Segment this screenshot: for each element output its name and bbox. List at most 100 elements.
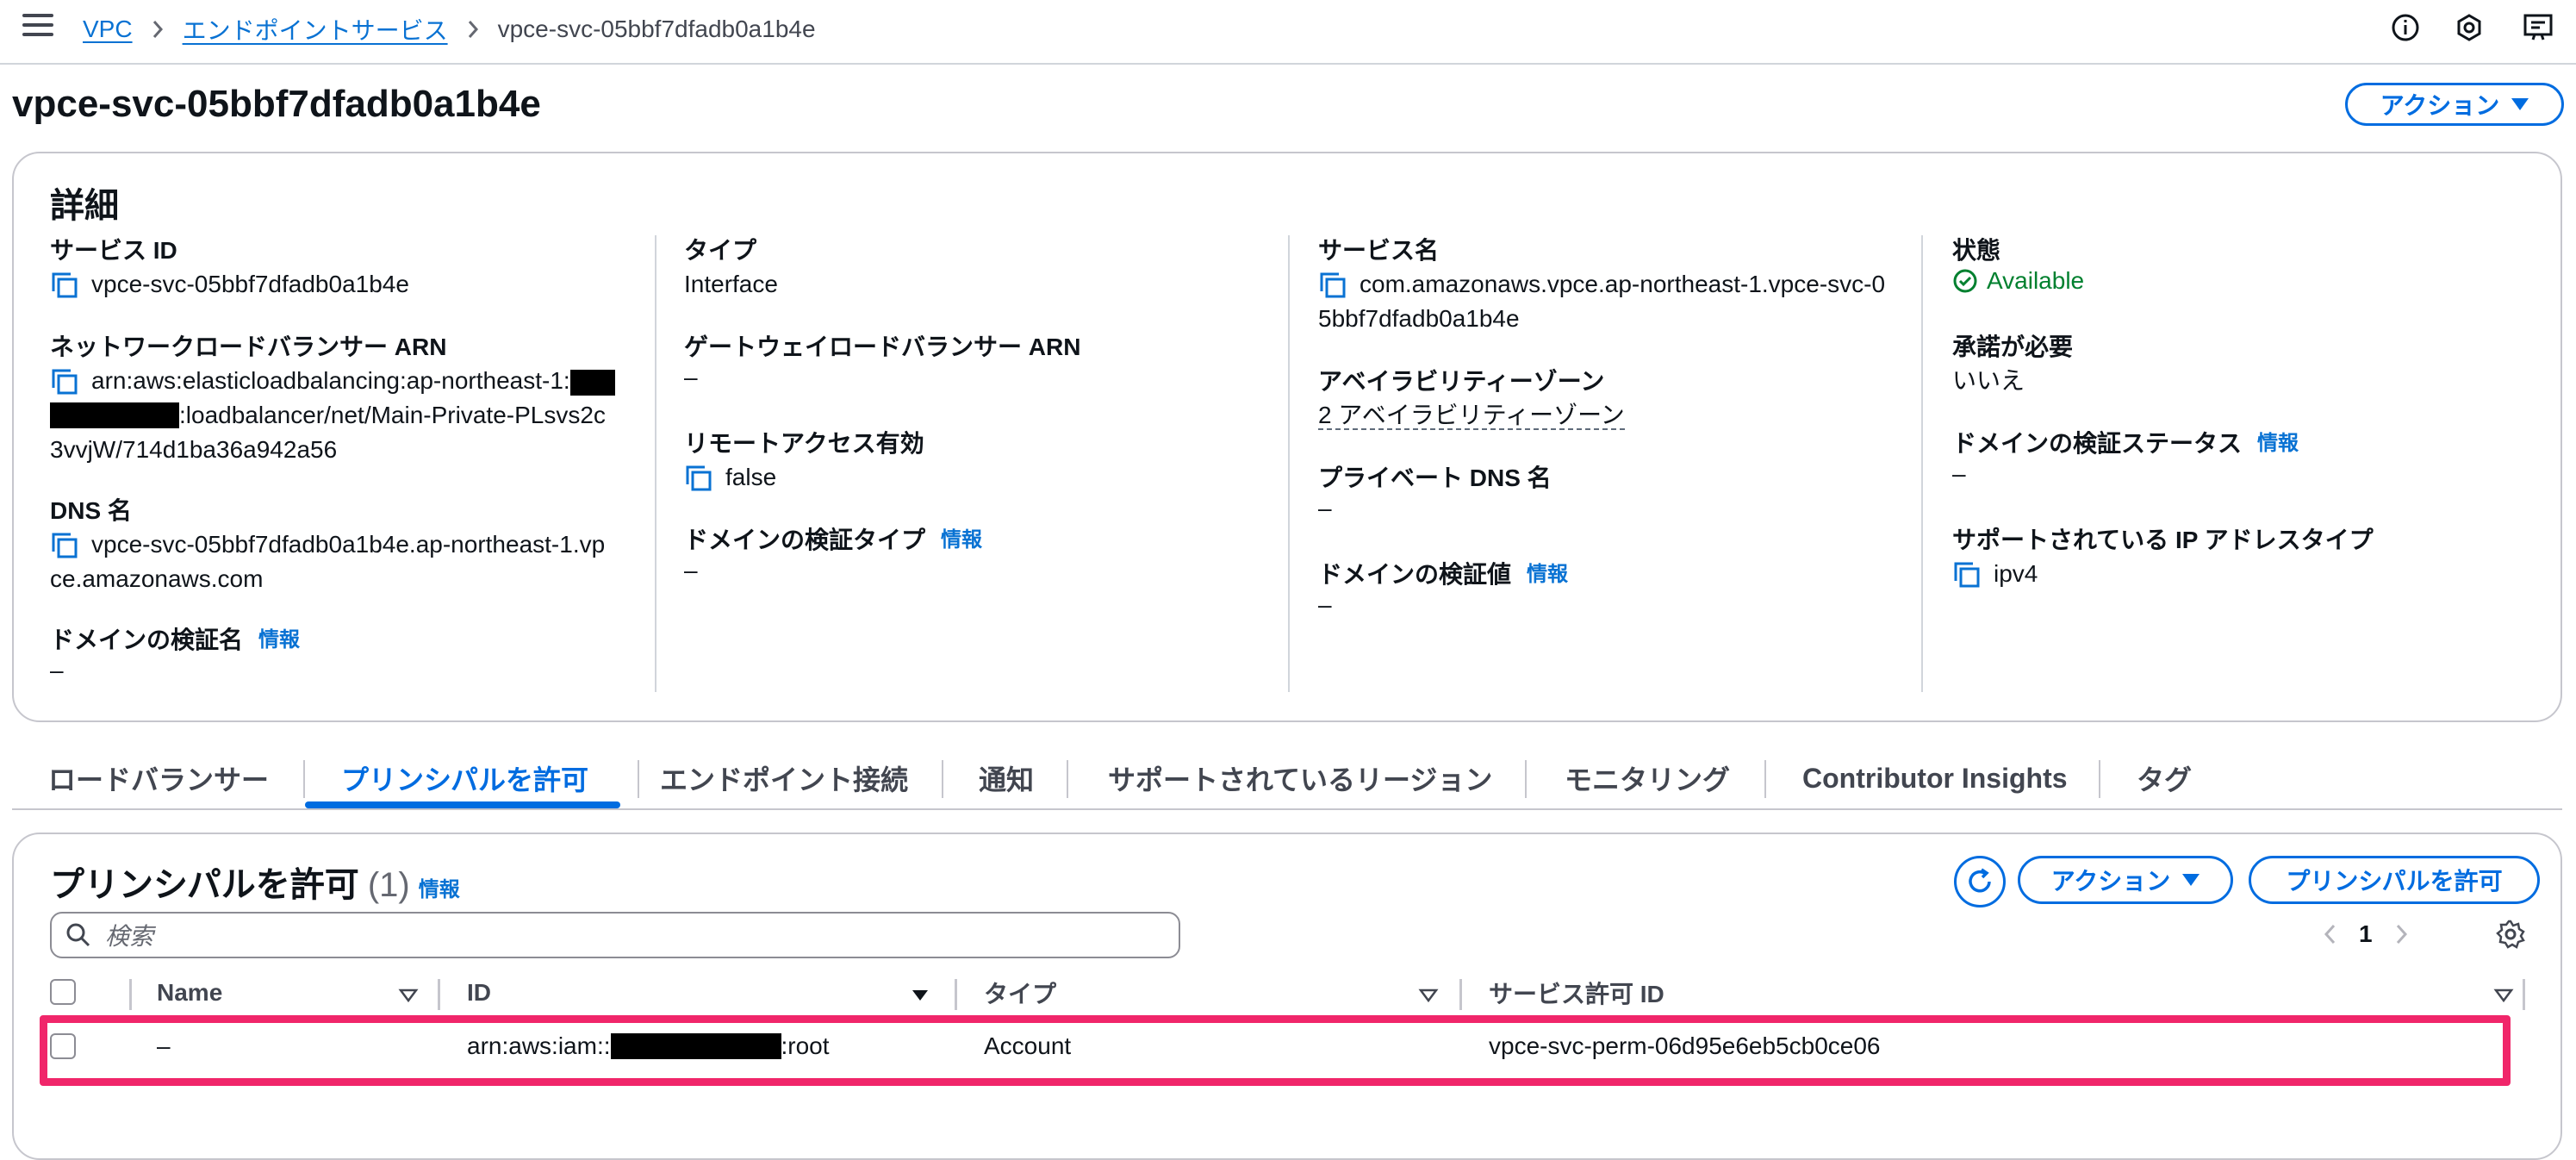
info-link[interactable]: 情報 bbox=[941, 524, 982, 557]
info-link[interactable]: 情報 bbox=[419, 872, 460, 902]
cell-id: arn:aws:iam:::root bbox=[467, 1019, 830, 1074]
page-number[interactable]: 1 bbox=[2359, 920, 2373, 948]
tab-load-balancers[interactable]: ロードバランサー bbox=[48, 750, 269, 807]
tab-separator bbox=[1067, 760, 1068, 798]
copy-icon[interactable] bbox=[50, 271, 81, 302]
select-all-checkbox[interactable] bbox=[50, 979, 76, 1005]
tab-contributor-insights[interactable]: Contributor Insights bbox=[1802, 750, 2068, 807]
ip-type-value: ipv4 bbox=[1994, 560, 2038, 587]
cell-name: – bbox=[157, 1032, 171, 1059]
acceptance-value: いいえ bbox=[1952, 367, 2025, 394]
info-link[interactable]: 情報 bbox=[2257, 427, 2299, 460]
remote-access-label: リモートアクセス有効 bbox=[684, 430, 924, 457]
service-name-line2: 5bbf7dfadb0a1b4e bbox=[1318, 305, 1520, 332]
column-divider bbox=[655, 235, 656, 692]
active-tab-indicator bbox=[305, 801, 620, 808]
table-row[interactable]: – arn:aws:iam:::root Account vpce-svc-pe… bbox=[50, 1019, 2548, 1074]
tab-separator bbox=[1764, 760, 1766, 798]
column-separator bbox=[438, 979, 440, 1010]
field-service-name: サービス名 com.amazonaws.vpce.ap-northeast-1.… bbox=[1318, 234, 1885, 336]
field-state: 状態 Available bbox=[1952, 234, 2084, 295]
menu-icon[interactable] bbox=[22, 14, 53, 40]
redacted-block bbox=[569, 369, 615, 396]
column-header-permission-id[interactable]: サービス許可 ID bbox=[1489, 969, 1664, 1017]
status-positive-icon bbox=[1953, 269, 1977, 293]
column-header-name[interactable]: Name bbox=[157, 969, 222, 1017]
breadcrumb-endpoint-services[interactable]: エンドポイントサービス bbox=[183, 12, 448, 47]
field-type: タイプ Interface bbox=[684, 234, 778, 302]
field-ip-type: サポートされている IP アドレスタイプ ipv4 bbox=[1952, 524, 2374, 591]
tab-notifications[interactable]: 通知 bbox=[979, 750, 1034, 807]
principals-actions-button[interactable]: アクション bbox=[2018, 856, 2233, 904]
copy-icon[interactable] bbox=[50, 531, 81, 562]
tab-separator bbox=[1525, 760, 1527, 798]
copy-icon[interactable] bbox=[50, 367, 81, 398]
az-label: アベイラビリティーゾーン bbox=[1318, 368, 1605, 395]
sort-icon[interactable] bbox=[1418, 988, 1439, 1003]
top-navigation-bar: VPC エンドポイントサービス vpce-svc-05bbf7dfadb0a1b… bbox=[0, 0, 2576, 65]
field-availability-zones: アベイラビリティーゾーン 2 アベイラビリティーゾーン bbox=[1318, 365, 1625, 433]
field-dns-name: DNS 名 vpce-svc-05bbf7dfadb0a1b4e.ap-nort… bbox=[50, 495, 605, 596]
breadcrumb-vpc[interactable]: VPC bbox=[83, 16, 133, 43]
details-title: 詳細 bbox=[50, 187, 119, 225]
info-icon[interactable] bbox=[2388, 10, 2423, 45]
tab-allow-principals[interactable]: プリンシパルを許可 bbox=[341, 750, 588, 807]
breadcrumb: VPC エンドポイントサービス vpce-svc-05bbf7dfadb0a1b… bbox=[83, 12, 816, 47]
caret-down-icon bbox=[2511, 98, 2529, 110]
column-header-id[interactable]: ID bbox=[467, 969, 491, 1017]
cell-id-suffix: :root bbox=[781, 1032, 830, 1059]
gear-icon bbox=[2496, 920, 2525, 949]
actions-button[interactable]: アクション bbox=[2345, 83, 2564, 126]
type-label: タイプ bbox=[684, 237, 757, 264]
service-id-label: サービス ID bbox=[50, 237, 177, 264]
tab-monitoring[interactable]: モニタリング bbox=[1565, 750, 1730, 807]
column-header-type[interactable]: タイプ bbox=[984, 969, 1056, 1017]
domain-verify-type-label: ドメインの検証タイプ bbox=[684, 527, 926, 553]
info-link[interactable]: 情報 bbox=[1527, 558, 1568, 591]
tab-supported-regions[interactable]: サポートされているリージョン bbox=[1108, 750, 1492, 807]
security-icon[interactable] bbox=[2452, 10, 2486, 45]
az-value[interactable]: 2 アベイラビリティーゾーン bbox=[1318, 402, 1625, 430]
column-separator bbox=[129, 979, 132, 1010]
nlb-arn-label: ネットワークロードバランサー ARN bbox=[50, 334, 447, 360]
search-placeholder: 検索 bbox=[105, 923, 154, 950]
preferences-button[interactable] bbox=[2495, 919, 2526, 954]
refresh-button[interactable] bbox=[1954, 856, 2006, 907]
tab-separator bbox=[942, 760, 943, 798]
row-checkbox[interactable] bbox=[50, 1033, 76, 1059]
sort-descending-icon[interactable] bbox=[910, 988, 930, 1003]
info-link[interactable]: 情報 bbox=[258, 624, 300, 657]
sort-icon[interactable] bbox=[2493, 988, 2514, 1003]
domain-verify-status-label: ドメインの検証ステータス bbox=[1952, 430, 2243, 457]
remote-access-value: false bbox=[725, 464, 777, 490]
state-value: Available bbox=[1987, 267, 2085, 294]
feedback-icon[interactable] bbox=[2521, 10, 2555, 45]
domain-verify-type-value: – bbox=[684, 557, 698, 583]
domain-verify-value-label: ドメインの検証値 bbox=[1318, 561, 1512, 588]
pagination: 1 bbox=[2323, 920, 2409, 948]
sort-icon[interactable] bbox=[398, 988, 419, 1003]
nlb-arn-part2: :loadbalancer/net/Main-Private-PLsvs2c bbox=[179, 402, 606, 428]
caret-down-icon bbox=[2182, 874, 2200, 886]
principals-actions-label: アクション bbox=[2050, 868, 2171, 895]
allow-principals-panel: プリンシパルを許可 (1) 情報 アクション プリンシパルを許可 検索 1 Na… bbox=[12, 833, 2562, 1160]
allow-principals-button[interactable]: プリンシパルを許可 bbox=[2249, 856, 2540, 904]
copy-icon[interactable] bbox=[1952, 560, 1983, 591]
actions-button-label: アクション bbox=[2380, 92, 2500, 119]
cell-permission-id: vpce-svc-perm-06d95e6eb5cb0ce06 bbox=[1489, 1032, 1881, 1059]
chevron-left-icon[interactable] bbox=[2323, 923, 2336, 945]
page-title: vpce-svc-05bbf7dfadb0a1b4e bbox=[12, 83, 541, 125]
column-separator bbox=[955, 979, 957, 1010]
tab-tags[interactable]: タグ bbox=[2137, 750, 2192, 807]
search-input[interactable]: 検索 bbox=[50, 912, 1180, 958]
copy-icon[interactable] bbox=[1318, 271, 1349, 302]
column-separator bbox=[1459, 979, 1462, 1010]
field-acceptance: 承諾が必要 いいえ bbox=[1952, 331, 2073, 398]
chevron-right-icon[interactable] bbox=[2395, 923, 2409, 945]
details-card: 詳細 サービス ID vpce-svc-05bbf7dfadb0a1b4e ネッ… bbox=[12, 152, 2562, 722]
tab-separator bbox=[638, 760, 639, 798]
service-id-value: vpce-svc-05bbf7dfadb0a1b4e bbox=[91, 271, 409, 297]
copy-icon[interactable] bbox=[684, 464, 715, 495]
domain-verify-name-value: – bbox=[50, 657, 64, 683]
tab-endpoint-connections[interactable]: エンドポイント接続 bbox=[660, 750, 908, 807]
